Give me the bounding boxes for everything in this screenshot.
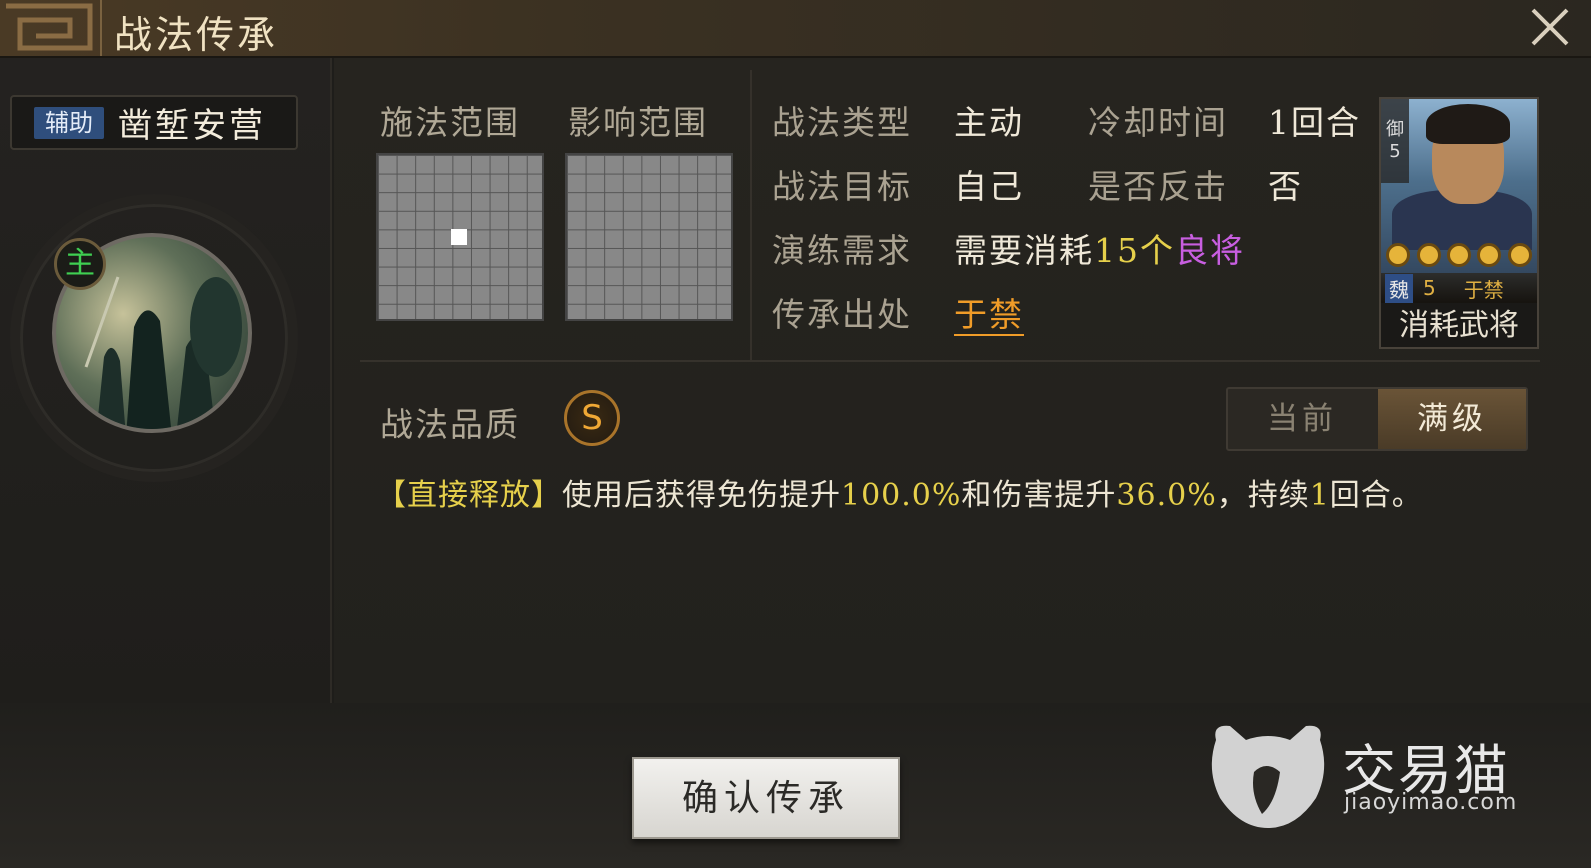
jiaoyimao-logo-icon	[1206, 720, 1330, 832]
toggle-current-level[interactable]: 当前	[1228, 389, 1376, 449]
desc-value1: 100.0%	[841, 478, 962, 513]
star-icon	[1416, 243, 1441, 267]
counter-value: 否	[1268, 167, 1303, 206]
desc-part4: 回合。	[1329, 478, 1423, 513]
star-icon	[1507, 243, 1532, 267]
effect-range-grid	[565, 153, 733, 321]
cast-range-origin-cell	[451, 229, 467, 245]
target-label: 战法目标	[772, 167, 912, 206]
general-card-footer: 魏 5 于禁	[1381, 273, 1537, 303]
training-requirement: 需要消耗15个良将	[954, 224, 1245, 272]
training-count: 15个	[1094, 231, 1175, 270]
faction-badge: 魏	[1385, 273, 1413, 303]
divider	[750, 70, 752, 360]
close-icon	[1531, 8, 1569, 46]
type-value: 主动	[954, 103, 1024, 142]
general-stars	[1383, 243, 1535, 273]
source-value[interactable]: 于禁	[954, 295, 1024, 336]
cooldown-value: 1回合	[1268, 103, 1361, 142]
effect-range-label: 影响范围	[568, 103, 708, 142]
consume-general-label: 消耗武将	[1399, 308, 1519, 343]
training-prefix: 需要消耗	[954, 231, 1094, 270]
confirm-inherit-button[interactable]: 确认传承	[632, 757, 900, 839]
desc-part1: 使用后获得免伤提升	[562, 478, 841, 513]
desc-part3: ，持续	[1216, 478, 1310, 513]
star-icon	[1386, 243, 1411, 267]
counter-label: 是否反击	[1088, 167, 1228, 206]
window-title: 战法传承	[114, 13, 279, 57]
skill-name: 凿堑安营	[118, 106, 266, 146]
close-button[interactable]	[1527, 4, 1573, 50]
watermark-url: jiaoyimao.com	[1344, 790, 1518, 815]
target-value: 自己	[954, 167, 1024, 206]
quality-label: 战法品质	[380, 405, 520, 444]
title-bar: 战法传承	[0, 0, 1591, 58]
toggle-max-level[interactable]: 满级	[1378, 389, 1526, 449]
general-name: 于禁	[1463, 277, 1504, 302]
troop-rank-char: 御	[1386, 119, 1404, 140]
skill-type-tag: 辅助	[34, 106, 104, 139]
desc-part2: 和伤害提升	[961, 478, 1117, 513]
main-commander-badge: 主	[54, 238, 106, 290]
skill-description: 【直接释放】使用后获得免伤提升100.0%和伤害提升36.0%，持续1回合。	[376, 470, 1556, 514]
portrait-hair	[1426, 104, 1510, 144]
training-quality: 良将	[1175, 231, 1245, 270]
desc-value3: 1	[1309, 478, 1330, 513]
source-general-link[interactable]: 于禁	[954, 288, 1024, 336]
skill-name-box: 辅助 凿堑安营	[10, 95, 298, 150]
star-icon	[1446, 243, 1471, 267]
source-label: 传承出处	[772, 295, 912, 334]
type-label: 战法类型	[772, 103, 912, 142]
cooldown-label: 冷却时间	[1088, 103, 1228, 142]
desc-value2: 36.0%	[1116, 478, 1217, 513]
desc-tag: 【直接释放】	[376, 478, 562, 513]
training-label: 演练需求	[772, 231, 912, 270]
general-level: 5	[1423, 276, 1436, 300]
troop-rank-num: 5	[1389, 141, 1401, 162]
divider	[360, 360, 1540, 362]
cast-range-label: 施法范围	[380, 103, 520, 142]
star-icon	[1477, 243, 1502, 267]
troop-rank-tag: 御 5	[1381, 99, 1409, 183]
title-ornament	[0, 0, 102, 56]
quality-grade-badge: S	[564, 390, 620, 446]
